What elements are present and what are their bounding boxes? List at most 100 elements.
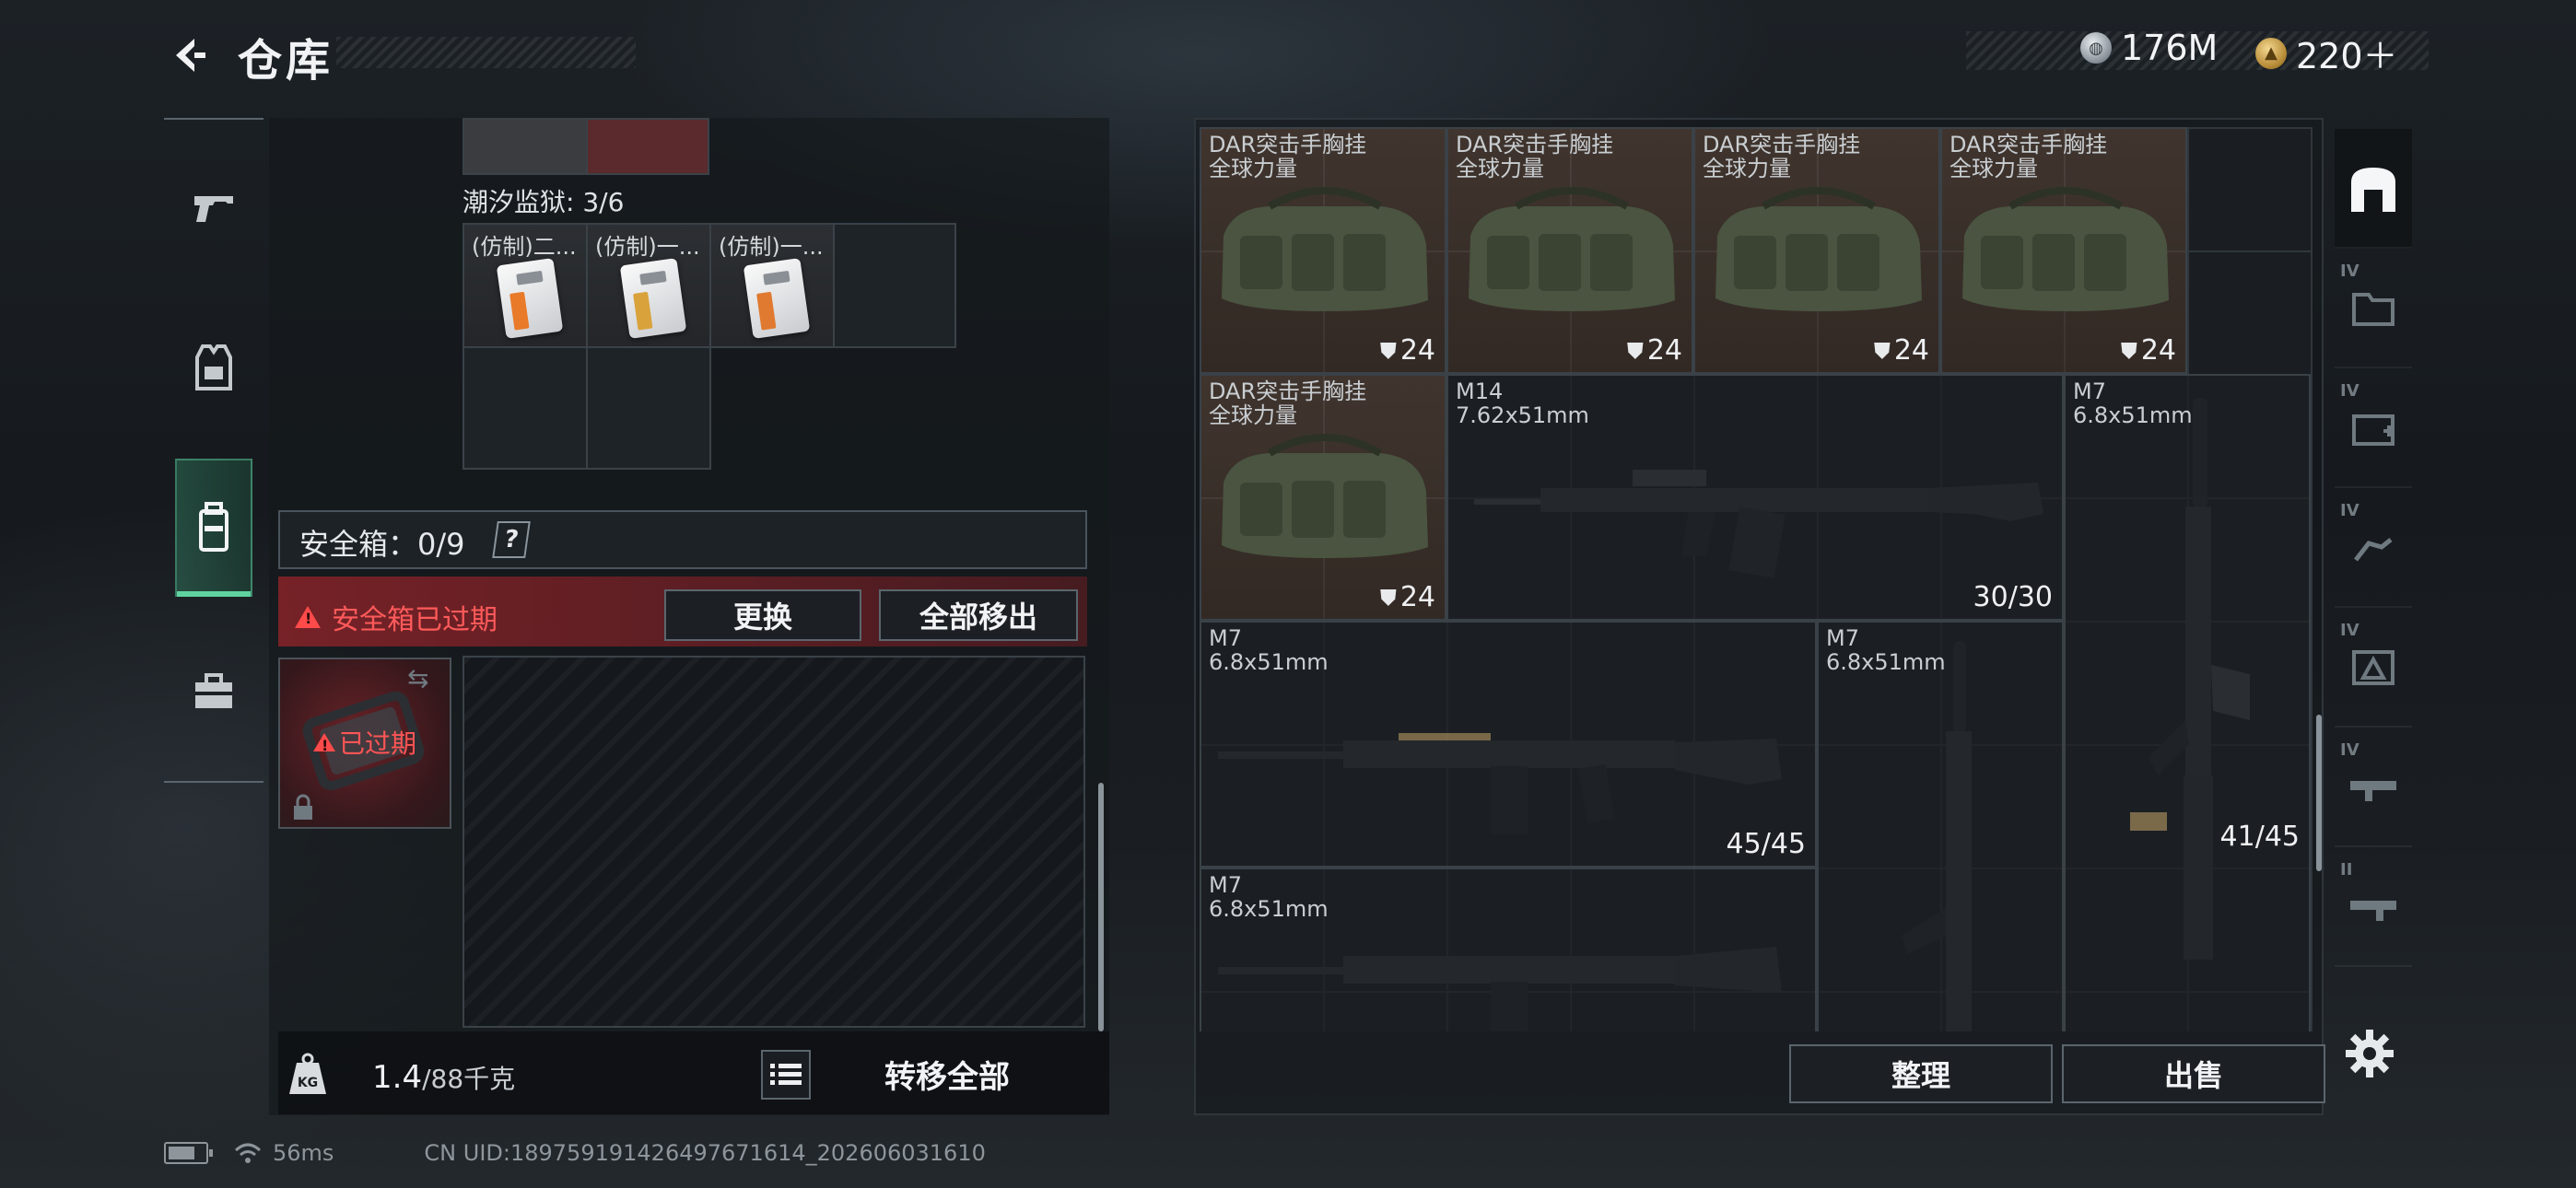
tab-stash-4[interactable]: IV xyxy=(2335,488,2412,608)
stash-tabs: IV IV IV IV IV II xyxy=(2335,129,2412,1013)
item-name: M7 xyxy=(1209,625,1242,651)
rifle-item-m7[interactable]: M7 6.8x51mm xyxy=(1817,621,2064,1031)
gear-icon xyxy=(2346,1030,2394,1077)
rifle-icon xyxy=(1218,947,1782,1031)
currency-gold[interactable]: ▲ 220＋ xyxy=(2255,28,2398,78)
rifle-icon xyxy=(1474,470,2043,578)
chest-rig-item[interactable]: DAR突击手胸挂 全球力量 ⛊ 24 xyxy=(1940,127,2187,374)
weight-value: 1.4/88千克 xyxy=(372,1059,515,1096)
rifle-item-m7[interactable]: M7 6.8x51mm xyxy=(1200,868,1817,1031)
replace-button[interactable]: 更换 xyxy=(664,589,861,641)
move-all-out-button[interactable]: 全部移出 xyxy=(879,589,1078,641)
vest-small-icon: ⛊ xyxy=(1379,337,1397,364)
expired-case-text: 已过期 xyxy=(339,728,417,759)
card-item[interactable]: (仿制)二... xyxy=(463,223,588,348)
tab-stash-3[interactable]: IV xyxy=(2335,368,2412,488)
tab-level: IV xyxy=(2340,381,2359,401)
sort-button[interactable]: 整理 xyxy=(1789,1044,2053,1103)
silver-coin-icon: ◍ xyxy=(2080,32,2112,64)
item-count: ⛊ 24 xyxy=(1627,334,1682,367)
chest-rig-icon xyxy=(1469,187,1675,311)
card-item[interactable]: (仿制)一... xyxy=(586,223,711,348)
rifle-small-icon xyxy=(2350,901,2396,921)
vest-small-icon: ⛊ xyxy=(1626,337,1644,364)
ammo-count: 41/45 xyxy=(2219,821,2300,853)
vest-icon xyxy=(195,344,232,390)
rifle-item-m7[interactable]: M7 6.8x51mm 41/45 xyxy=(2064,374,2311,1031)
keycard-icon xyxy=(619,258,687,339)
settings-button[interactable] xyxy=(2340,1024,2399,1083)
chest-rig-item[interactable]: DAR突击手胸挂 全球力量 ⛊ 24 xyxy=(1693,127,1940,374)
left-scrollbar[interactable] xyxy=(1098,783,1104,1031)
safebox-help-button[interactable]: ? xyxy=(492,521,531,558)
card-label: (仿制)一... xyxy=(719,234,824,260)
item-count: ⛊ 24 xyxy=(1380,581,1435,613)
partial-item-slot[interactable] xyxy=(463,118,588,175)
chest-rig-icon xyxy=(1222,434,1428,558)
item-name: DAR突击手胸挂 xyxy=(1209,379,1367,404)
tab-level: II xyxy=(2340,860,2353,879)
ammo-count: 45/45 xyxy=(1726,828,1806,860)
chest-rig-icon xyxy=(1222,187,1428,311)
nav-item-weapons[interactable] xyxy=(175,138,252,276)
chest-rig-item[interactable]: DAR突击手胸挂 全球力量 ⛊ 24 xyxy=(1200,127,1446,374)
tab-stash-7[interactable]: II xyxy=(2335,847,2412,967)
tab-stash-5[interactable]: IV xyxy=(2335,608,2412,728)
tab-level: IV xyxy=(2340,262,2359,281)
tab-stash-6[interactable]: IV xyxy=(2335,728,2412,847)
item-name: DAR突击手胸挂 xyxy=(1703,132,1861,157)
status-bar: 56ms CN UID:189759191426497671614_202606… xyxy=(164,1136,986,1170)
keycard-icon xyxy=(496,258,564,339)
safebox-title: 安全箱：0/9 xyxy=(299,527,465,562)
weight-kg-icon: KG xyxy=(287,1052,328,1096)
expired-case-label: 已过期 xyxy=(313,724,416,761)
item-sub: 全球力量 xyxy=(1950,156,2038,181)
tab-level: IV xyxy=(2340,621,2359,640)
swap-icon[interactable]: ⇆ xyxy=(407,663,428,693)
sell-button[interactable]: 出售 xyxy=(2062,1044,2325,1103)
svg-text:KG: KG xyxy=(298,1076,318,1090)
safebox-grid-locked xyxy=(463,656,1085,1028)
item-name: DAR突击手胸挂 xyxy=(1456,132,1614,157)
tide-prison-label: 潮汐监狱: 3/6 xyxy=(463,187,625,217)
toolbox-icon xyxy=(195,673,232,708)
chest-rig-item[interactable]: DAR突击手胸挂 全球力量 ⛊ 24 xyxy=(1446,127,1693,374)
nav-item-armor[interactable] xyxy=(175,299,252,437)
nav-item-toolbox[interactable] xyxy=(175,622,252,760)
empty-slot[interactable] xyxy=(463,346,588,470)
stash-home-icon xyxy=(2351,168,2395,212)
title-decoration xyxy=(336,37,636,68)
rifle-item-m14[interactable]: M14 7.62x51mm 30/30 xyxy=(1446,374,2064,621)
nav-item-backpack[interactable] xyxy=(175,459,252,597)
back-button[interactable] xyxy=(161,28,217,83)
vest-small-icon: ⛊ xyxy=(1873,337,1891,364)
tab-main-stash[interactable] xyxy=(2335,129,2412,249)
item-sub: 全球力量 xyxy=(1456,156,1544,181)
item-sub: 6.8x51mm xyxy=(1209,896,1329,922)
chest-rig-icon xyxy=(1962,187,2169,311)
rifle-item-m7[interactable]: M7 6.8x51mm 45/45 xyxy=(1200,621,1817,868)
card-item[interactable]: (仿制)一... xyxy=(709,223,835,348)
item-name: M7 xyxy=(1826,625,1859,651)
lock-icon xyxy=(291,794,315,825)
empty-slot[interactable] xyxy=(833,223,956,348)
item-sub: 全球力量 xyxy=(1703,156,1791,181)
currency-gold-value: 220＋ xyxy=(2296,36,2398,76)
page-title: 仓库 xyxy=(238,35,334,87)
item-count-value: 24 xyxy=(1893,334,1929,367)
tab-stash-2[interactable]: IV xyxy=(2335,249,2412,368)
right-scrollbar[interactable] xyxy=(2316,715,2322,871)
item-count-value: 24 xyxy=(1399,334,1435,367)
list-view-button[interactable] xyxy=(761,1050,811,1100)
empty-slot[interactable] xyxy=(586,346,711,470)
item-name: DAR突击手胸挂 xyxy=(1950,132,2108,157)
partial-item-slot[interactable] xyxy=(586,118,709,175)
card-label: (仿制)二... xyxy=(472,234,577,260)
chest-rig-item[interactable]: DAR突击手胸挂 全球力量 ⛊ 24 xyxy=(1200,374,1446,621)
folder-icon xyxy=(2352,293,2395,326)
medkit-icon xyxy=(2352,414,2395,446)
item-count-value: 24 xyxy=(1399,581,1435,613)
item-count: ⛊ 24 xyxy=(2121,334,2176,367)
warning-icon xyxy=(295,606,321,628)
transfer-all-button[interactable]: 转移全部 xyxy=(884,1052,1010,1097)
